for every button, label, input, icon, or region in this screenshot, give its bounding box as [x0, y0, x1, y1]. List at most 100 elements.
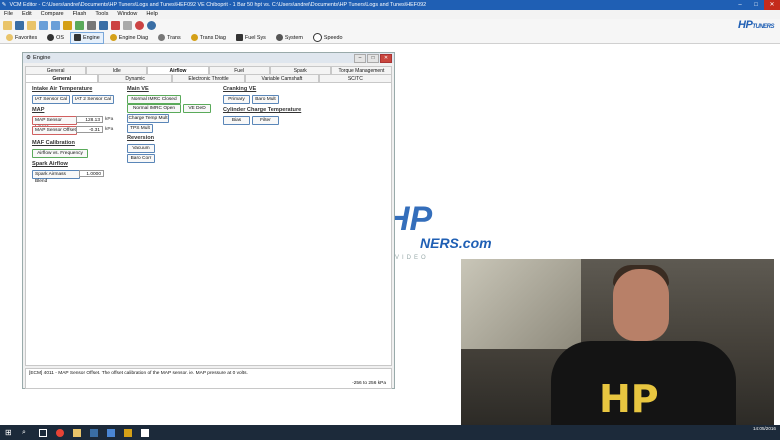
- menu-compare[interactable]: Compare: [41, 10, 64, 19]
- map-sensor-linear-unit: kPa: [105, 117, 114, 122]
- system-icon: [275, 34, 283, 41]
- app-icon: ✎: [1, 2, 7, 8]
- tab-torque-management[interactable]: Torque Management: [330, 66, 393, 74]
- baro-corr-button[interactable]: Baro Corr: [127, 154, 155, 163]
- trans-diag-icon: [190, 34, 198, 41]
- scanner-icon[interactable]: [135, 21, 144, 30]
- engine-diag-button[interactable]: Engine Diag: [106, 32, 152, 44]
- favorites-button[interactable]: Favorites: [2, 32, 41, 44]
- top-tab-row: General Idle Airflow Fuel Spark Torque M…: [25, 66, 393, 74]
- spark-airflow-heading: Spark Airflow: [32, 161, 68, 167]
- menu-edit[interactable]: Edit: [22, 10, 32, 19]
- spark-airmass-blend-value[interactable]: 1.0000: [79, 170, 104, 177]
- engine-minimize-button[interactable]: –: [354, 53, 366, 63]
- tps-mult-button[interactable]: TPS Mult: [127, 124, 153, 133]
- trans-diag-button[interactable]: Trans Diag: [187, 32, 230, 44]
- menu-flash[interactable]: Flash: [73, 10, 87, 19]
- primary-button[interactable]: Primary: [223, 95, 250, 104]
- reversion-heading: Reversion: [127, 135, 155, 141]
- open-folder-icon[interactable]: [3, 21, 12, 30]
- grid-icon[interactable]: [99, 21, 108, 30]
- spark-airmass-blend-label[interactable]: Spark Airmass Blend: [32, 170, 80, 184]
- folder-icon[interactable]: [27, 21, 36, 30]
- iat2-sensor-cal-button[interactable]: IAT 2 Sensor Cal: [72, 95, 114, 104]
- fuel-sys-button[interactable]: Fuel Sys: [232, 32, 270, 44]
- shirt-logo: HP: [599, 377, 659, 421]
- os-button[interactable]: OS: [43, 32, 68, 44]
- map-sensor-linear-label[interactable]: MAP Sensor Linear: [32, 116, 77, 130]
- iat-sensor-cal-button[interactable]: IAT Sensor Cal: [32, 95, 70, 104]
- search-icon[interactable]: ⌕: [22, 429, 30, 437]
- compare-icon[interactable]: [75, 21, 84, 30]
- menu-help[interactable]: Help: [146, 10, 158, 19]
- minimize-button[interactable]: –: [732, 0, 748, 10]
- maf-calibration-heading: MAF Calibration: [32, 140, 75, 146]
- speedo-button[interactable]: Speedo: [309, 32, 347, 44]
- filter-button[interactable]: Filter: [252, 116, 279, 125]
- charge-temp-mult-button[interactable]: Charge Temp Mult: [127, 114, 169, 123]
- file-explorer-icon[interactable]: [73, 428, 81, 437]
- ve-ded-button[interactable]: VE DeD: [183, 104, 211, 113]
- map-sensor-linear-value[interactable]: 128.13: [76, 116, 103, 123]
- window-controls: – □ ✕: [732, 0, 780, 10]
- flash-icon[interactable]: [63, 21, 72, 30]
- chip-icon: [47, 34, 55, 41]
- trans-button[interactable]: Trans: [154, 32, 185, 44]
- baro-mult-button[interactable]: Baro Mult: [252, 95, 279, 104]
- app-titlebar: ✎ VCM Editor - C:\Users\andrei\Documents…: [0, 0, 780, 10]
- save-icon[interactable]: [15, 21, 24, 30]
- tab-airflow[interactable]: Airflow: [147, 66, 209, 74]
- subtab-electronic-throttle[interactable]: Electronic Throttle: [171, 74, 246, 82]
- vcm-editor-taskbar-icon[interactable]: [107, 428, 115, 437]
- webcam-overlay: HP: [461, 259, 774, 430]
- subtab-sc-tc[interactable]: SC/TC: [318, 74, 393, 82]
- normal-imrc-closed-button[interactable]: Normal IMRC Closed: [127, 95, 181, 104]
- normal-imrc-open-button[interactable]: Normal IMRC Open: [127, 104, 181, 113]
- pin-icon[interactable]: [123, 21, 132, 30]
- record-icon[interactable]: [111, 21, 120, 30]
- map-heading: MAP: [32, 107, 45, 113]
- menu-tools[interactable]: Tools: [95, 10, 108, 19]
- subtab-general[interactable]: General: [25, 74, 99, 82]
- airflow-vs-frequency-button[interactable]: Airflow vs. Frequency: [32, 149, 88, 158]
- menu-bar: File Edit Compare Flash Tools Window Hel…: [0, 10, 780, 19]
- engine-button[interactable]: Engine: [69, 31, 104, 44]
- tab-spark[interactable]: Spark: [269, 66, 331, 74]
- engine-window-titlebar[interactable]: ⚙ Engine – □ ✕: [23, 53, 394, 63]
- maximize-button[interactable]: □: [748, 0, 764, 10]
- system-tray-clock[interactable]: 14:05/2016: [753, 426, 776, 432]
- taskbar: ⊞ ⌕ 14:05/2016: [0, 425, 780, 440]
- subtab-variable-camshaft[interactable]: Variable Camshaft: [245, 74, 319, 82]
- sub-tab-row: General Dynamic Electronic Throttle Vari…: [25, 74, 393, 82]
- table-icon[interactable]: [87, 21, 96, 30]
- write-vehicle-icon[interactable]: [51, 21, 60, 30]
- engine-diag-icon: [109, 34, 117, 41]
- vcm-scanner-taskbar-icon[interactable]: [124, 428, 132, 437]
- engine-maximize-button[interactable]: □: [367, 53, 379, 63]
- subtab-dynamic[interactable]: Dynamic: [98, 74, 172, 82]
- tab-general[interactable]: General: [25, 66, 87, 74]
- map-sensor-offset-value[interactable]: -0.31: [76, 126, 103, 133]
- info-icon[interactable]: [147, 21, 156, 30]
- start-icon[interactable]: ⊞: [5, 428, 13, 437]
- intake-air-temp-heading: Intake Air Temperature: [32, 86, 93, 92]
- map-sensor-offset-label[interactable]: MAP Sensor Offset: [32, 126, 77, 135]
- read-vehicle-icon[interactable]: [39, 21, 48, 30]
- tab-fuel[interactable]: Fuel: [208, 66, 270, 74]
- close-button[interactable]: ✕: [764, 0, 780, 10]
- vacuum-button[interactable]: Vacuum: [127, 144, 155, 153]
- watermark-text: NERS.com: [420, 235, 492, 251]
- editor-category-toolbar: Favorites OS Engine Engine Diag Trans Tr…: [0, 31, 780, 44]
- chrome-icon[interactable]: [56, 428, 64, 437]
- app-title: VCM Editor - C:\Users\andrei\Documents\H…: [9, 2, 427, 8]
- store-icon[interactable]: [90, 428, 98, 437]
- notepad-icon[interactable]: [141, 428, 149, 437]
- tab-idle[interactable]: Idle: [86, 66, 148, 74]
- task-view-icon[interactable]: [39, 428, 47, 437]
- bias-button[interactable]: Bias: [223, 116, 250, 125]
- menu-file[interactable]: File: [4, 10, 13, 19]
- engine-close-button[interactable]: ✕: [380, 53, 392, 63]
- system-button[interactable]: System: [272, 32, 307, 44]
- menu-window[interactable]: Window: [117, 10, 137, 19]
- map-sensor-offset-unit: kPa: [105, 127, 114, 132]
